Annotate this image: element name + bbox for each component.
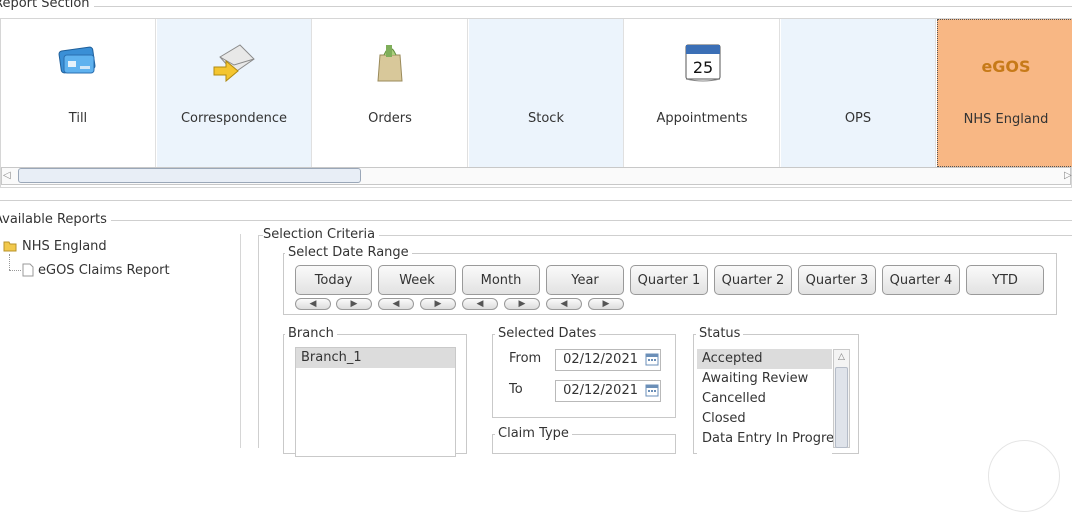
calendar-icon: 25 <box>685 44 721 82</box>
ytd-button[interactable]: YTD <box>966 265 1044 295</box>
tile-label: Stock <box>528 111 564 126</box>
tile-till[interactable]: Till <box>1 19 156 167</box>
report-section-rule <box>0 6 1072 7</box>
egos-logo-icon: eGOS <box>981 57 1030 76</box>
to-label: To <box>509 382 523 397</box>
scroll-right-icon[interactable]: ▷ <box>1064 170 1072 182</box>
calendar-picker-icon[interactable] <box>645 383 659 397</box>
quarter-3-button[interactable]: Quarter 3 <box>798 265 876 295</box>
month-button[interactable]: Month <box>462 265 540 295</box>
next-arrow-icon[interactable]: ▶ <box>420 298 456 310</box>
quarter-2-button[interactable]: Quarter 2 <box>714 265 792 295</box>
week-button[interactable]: Week <box>378 265 456 295</box>
status-title: Status <box>696 326 744 341</box>
selection-criteria-rule <box>258 235 1072 236</box>
previous-arrow-icon[interactable]: ◀ <box>462 298 498 310</box>
branch-title: Branch <box>285 326 337 341</box>
next-arrow-icon[interactable]: ▶ <box>336 298 372 310</box>
tile-label: Appointments <box>656 111 748 126</box>
tile-nhs-england[interactable]: eGOS NHS England <box>937 19 1072 167</box>
list-item[interactable]: Branch_1 <box>296 348 455 368</box>
report-section-title: Report Section <box>0 0 94 11</box>
status-item-data-entry-in-progress[interactable]: Data Entry In Progress <box>697 429 848 449</box>
selection-criteria-border <box>258 235 259 448</box>
calendar-picker-icon[interactable] <box>645 352 659 366</box>
tile-orders[interactable]: Orders <box>313 19 468 167</box>
tile-ops[interactable]: OPS <box>781 19 936 167</box>
quarter-1-button[interactable]: Quarter 1 <box>630 265 708 295</box>
tree-node-egos-claims-report[interactable]: eGOS Claims Report <box>38 263 170 278</box>
tile-appointments[interactable]: 25 Appointments <box>625 19 780 167</box>
folder-icon <box>3 241 17 252</box>
tile-label: Correspondence <box>180 111 288 126</box>
available-reports-title: Available Reports <box>0 212 111 227</box>
status-item-closed[interactable]: Closed <box>697 409 832 429</box>
tree-connector <box>9 270 21 272</box>
today-button[interactable]: Today <box>295 265 372 295</box>
status-scrollbar-thumb[interactable] <box>835 367 848 448</box>
orders-bag-icon <box>377 45 403 82</box>
tree-connector <box>9 254 11 270</box>
credit-card-icon <box>58 46 96 74</box>
section-separator <box>0 200 1072 201</box>
document-icon <box>22 263 34 277</box>
tile-label: Orders <box>368 111 412 126</box>
status-item-cancelled[interactable]: Cancelled <box>697 389 832 409</box>
status-item-awaiting-review[interactable]: Awaiting Review <box>697 369 832 389</box>
tile-label: OPS <box>844 111 872 126</box>
previous-arrow-icon[interactable]: ◀ <box>546 298 582 310</box>
previous-arrow-icon[interactable]: ◀ <box>295 298 331 310</box>
status-item-accepted[interactable]: Accepted <box>697 349 832 369</box>
scroll-left-icon[interactable]: ◁ <box>3 170 13 182</box>
tile-correspondence[interactable]: Correspondence <box>157 19 312 167</box>
claim-type-title: Claim Type <box>495 426 572 441</box>
next-arrow-icon[interactable]: ▶ <box>588 298 624 310</box>
selected-dates-box <box>492 334 676 418</box>
envelope-arrow-icon <box>213 44 255 83</box>
selection-criteria-title: Selection Criteria <box>263 227 380 242</box>
quarter-4-button[interactable]: Quarter 4 <box>882 265 960 295</box>
year-button[interactable]: Year <box>546 265 624 295</box>
selected-dates-title: Selected Dates <box>495 326 600 341</box>
tree-node-nhs-england[interactable]: NHS England <box>22 239 107 254</box>
scroll-up-icon[interactable]: △ <box>835 351 848 363</box>
available-reports-rule <box>95 220 1072 221</box>
from-label: From <box>509 351 542 366</box>
corner-overlay <box>988 440 1060 512</box>
tile-label: NHS England <box>963 112 1049 127</box>
tile-label: Till <box>68 111 88 126</box>
tile-stock[interactable]: Stock <box>469 19 624 167</box>
next-arrow-icon[interactable]: ▶ <box>504 298 540 310</box>
previous-arrow-icon[interactable]: ◀ <box>378 298 414 310</box>
scrollbar-thumb[interactable] <box>18 168 361 183</box>
date-range-title: Select Date Range <box>285 245 412 260</box>
branch-list[interactable]: Branch_1 <box>295 347 456 457</box>
svg-text:eGOS: eGOS <box>981 57 1030 76</box>
status-list[interactable]: Accepted Awaiting Review Cancelled Close… <box>697 349 848 454</box>
svg-text:25: 25 <box>693 58 713 77</box>
